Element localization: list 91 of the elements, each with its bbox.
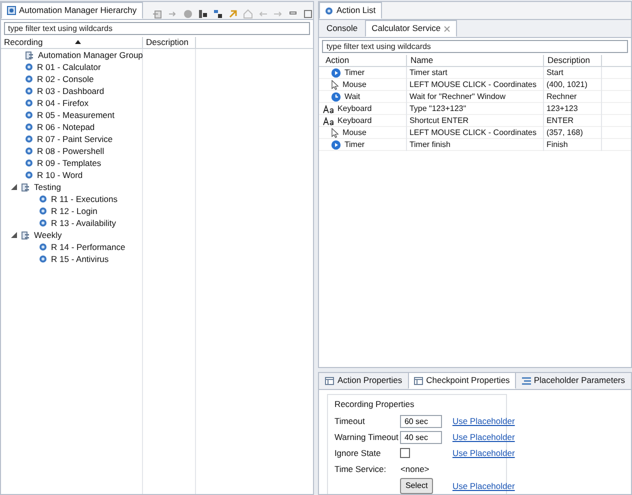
input-field[interactable]: 40 sec [400,430,442,444]
view-icon [7,6,16,15]
tree-item[interactable]: R 06 - Notepad [37,121,95,133]
tree-item[interactable]: R 09 - Templates [37,157,102,169]
tree-item[interactable]: R 01 - Calculator [37,61,101,73]
group-icon [21,182,30,192]
column-header[interactable]: Description [143,37,196,48]
table-cell: (400, 1021) [544,79,602,91]
forward-icon[interactable] [168,9,178,19]
table-cell: Wait for "Rechner" Window [407,91,544,103]
tab[interactable]: Placeholder Parameters [516,373,631,389]
tree-item[interactable]: R 11 - Executions [51,193,118,205]
table-cell: Timer start [407,67,544,79]
tree-item[interactable]: Automation Manager Group [38,49,143,61]
maximize-icon[interactable] [303,9,314,19]
use-placeholder-link[interactable]: Use Placeholder [452,446,515,460]
table-cell: (357, 168) [544,127,602,139]
tab[interactable]: Calculator Service [364,20,457,37]
table-cell: LEFT MOUSE CLICK - Coordinates [407,127,544,139]
table-cell: Timer [344,139,365,151]
column-header[interactable]: Recording [1,37,143,48]
field-label: Timeout [334,414,366,428]
table-cell: LEFT MOUSE CLICK - Coordinates [407,79,544,91]
view-tab[interactable]: Action List [319,2,382,19]
timer-icon [331,68,342,78]
back-icon[interactable] [258,9,268,19]
table-cell: Keyboard [337,103,372,115]
expanded-arrow-icon[interactable] [11,184,17,190]
tree-item[interactable]: R 10 - Word [37,169,83,181]
mouse-pointer-icon [331,80,340,90]
field-label: Time Service: [334,462,388,476]
table-icon [325,376,334,384]
group-title: Recording Properties [334,398,416,411]
list-icon [522,376,531,384]
stop-icon[interactable] [183,9,194,19]
view-tab[interactable]: Automation Manager Hierarchy [1,2,143,19]
use-placeholder-link[interactable]: Use Placeholder [452,480,515,493]
view-icon [325,6,334,14]
mouse-pointer-icon [331,128,340,138]
tab[interactable]: Checkpoint Properties [408,373,516,389]
table-cell: Keyboard [337,115,372,127]
tab[interactable]: Action Properties [319,373,408,389]
tree-item[interactable]: R 03 - Dashboard [37,85,104,97]
expanded-arrow-icon[interactable] [11,232,17,238]
field-label: Ignore State [334,446,382,460]
tab[interactable]: Console [319,20,365,37]
use-placeholder-link[interactable]: Use Placeholder [452,430,515,444]
timer-icon [331,140,342,150]
table-cell: Type "123+123" [407,103,544,115]
tree-item[interactable]: R 05 - Measurement [37,109,114,121]
table-cell: ENTER [544,115,602,127]
font-icon [323,104,334,114]
tree-item[interactable]: R 08 - Powershell [37,145,104,157]
clock-icon [331,92,342,102]
checkbox[interactable] [400,448,410,458]
tree-item[interactable]: R 12 - Login [51,205,98,217]
column-header[interactable]: Name [407,55,544,66]
use-placeholder-link[interactable]: Use Placeholder [452,414,515,428]
tree-item[interactable]: Weekly [34,229,62,241]
filter-field[interactable]: type filter text using wildcards [322,40,628,53]
column-header[interactable]: Description [544,55,602,66]
tree-item[interactable]: R 13 - Availability [51,217,116,229]
table-cell: Finish [544,139,602,151]
table-icon [414,376,424,384]
tree-item[interactable]: R 02 - Console [37,73,94,85]
table-cell: Mouse [342,127,366,139]
forward-icon[interactable] [273,9,284,19]
table-cell: Timer [344,67,365,79]
tree-item[interactable]: R 15 - Antivirus [51,253,109,265]
field-label: Warning Timeout [334,430,396,444]
tree-item[interactable]: R 04 - Firefox [37,97,88,109]
table-cell: 123+123 [544,103,602,115]
tree-item[interactable]: R 14 - Performance [51,241,126,253]
filter-field[interactable]: type filter text using wildcards [4,22,310,35]
tree-item[interactable]: R 07 - Paint Service [37,133,113,145]
group-icon [21,230,30,240]
select-button[interactable]: Select [400,478,433,494]
home-icon[interactable] [243,9,254,19]
font-icon [323,116,334,126]
table-cell: Mouse [342,79,366,91]
table-cell: Timer finish [407,139,544,151]
group-icon [25,50,34,60]
close-icon[interactable] [444,26,450,32]
table-cell: Shortcut ENTER [407,115,544,127]
table-cell: Start [544,67,602,79]
table-cell: Wait [344,91,360,103]
tree-item[interactable]: Testing [34,181,61,193]
table-cell: Rechner [544,91,602,103]
input-field[interactable]: 60 sec [400,414,442,428]
column-header[interactable]: Action [319,55,408,66]
field-value: <none> [400,464,430,474]
